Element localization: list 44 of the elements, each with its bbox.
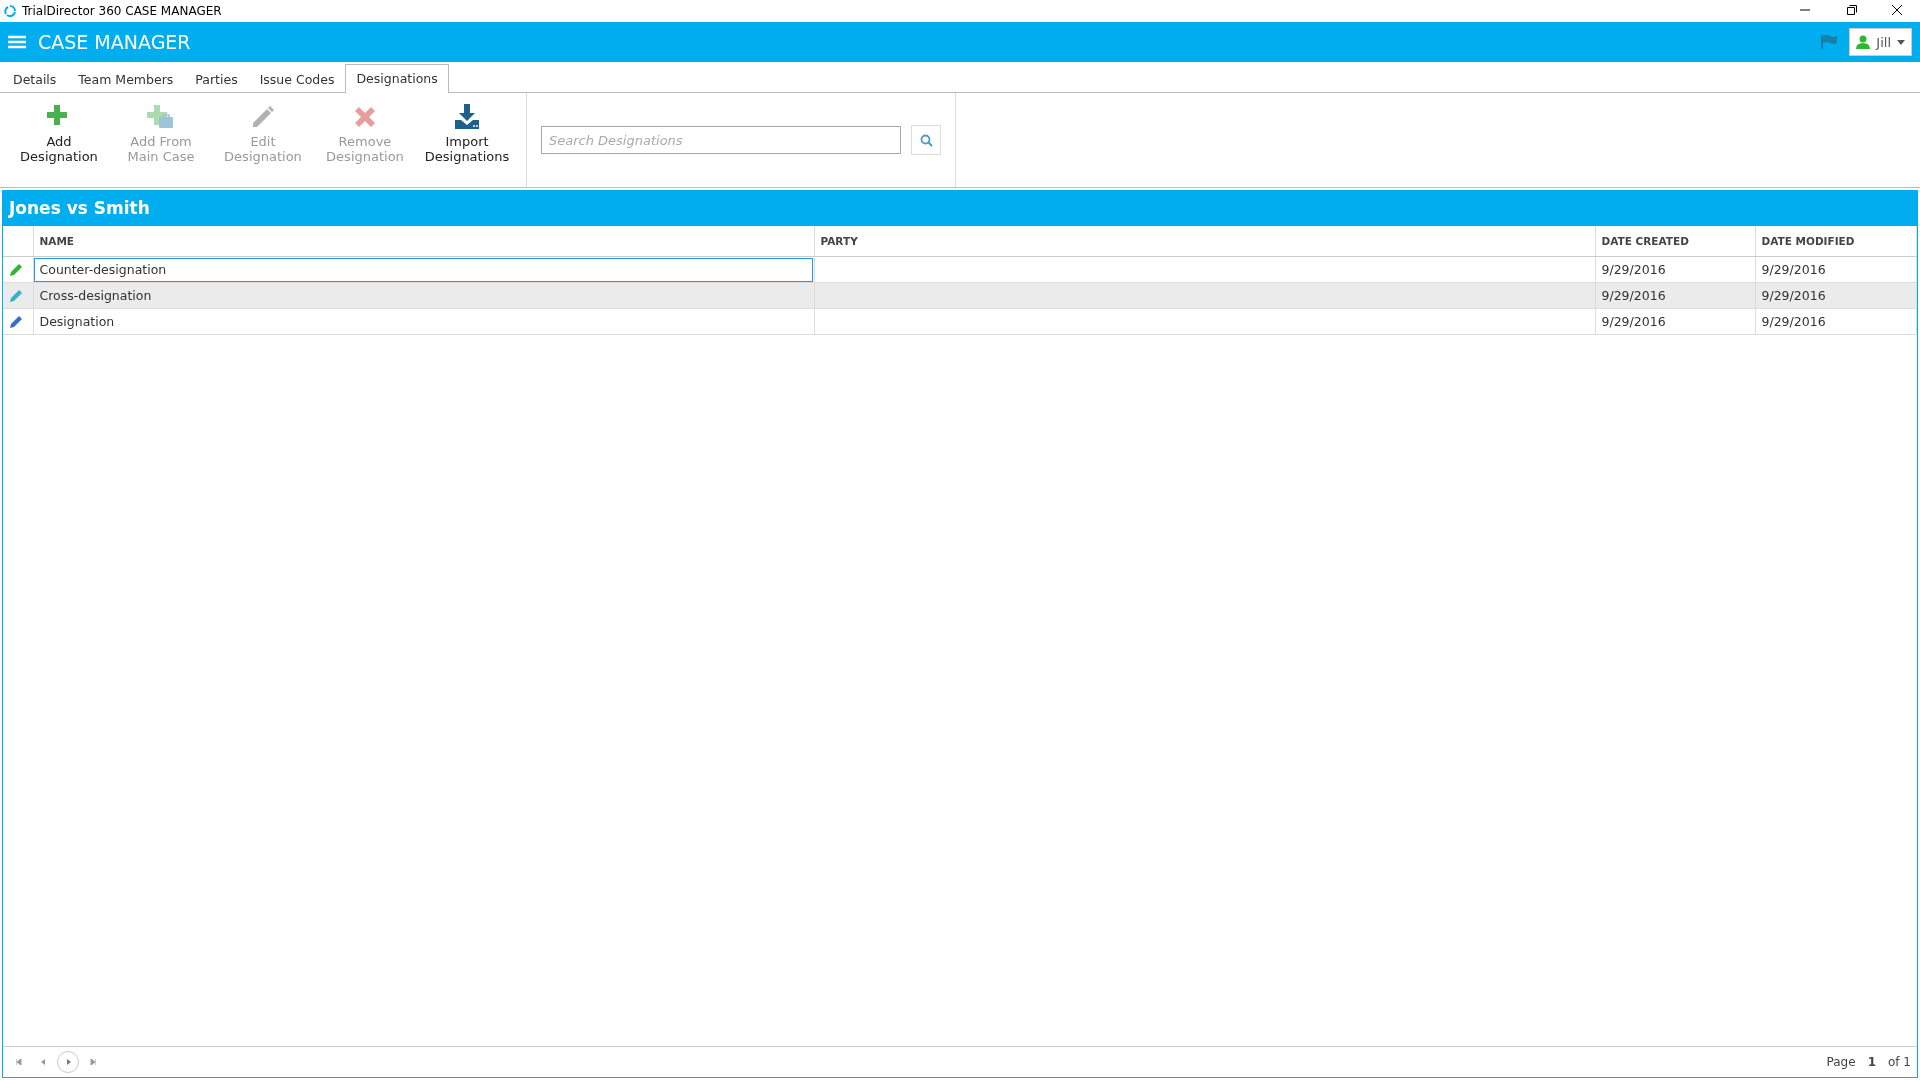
table-cell: 9/29/2016 [1595, 308, 1755, 335]
pencil-icon[interactable] [9, 262, 23, 277]
toolbar-button[interactable]: Import Designations [419, 103, 515, 187]
page-total: of 1 [1888, 1055, 1911, 1069]
page-label: Page [1826, 1055, 1856, 1069]
table-cell: Counter-designation [33, 256, 814, 283]
table-cell: 9/29/2016 [1595, 256, 1755, 283]
add-from-icon [147, 103, 175, 131]
table-cell: 9/29/2016 [1755, 282, 1917, 309]
table-cell: 9/29/2016 [1595, 282, 1755, 309]
pencil-icon[interactable] [9, 288, 23, 303]
menu-icon[interactable] [8, 35, 26, 49]
tab[interactable]: Details [2, 65, 68, 93]
pencil-icon[interactable] [9, 314, 23, 329]
table-cell: Designation [33, 308, 814, 335]
flag-icon[interactable] [1821, 35, 1838, 49]
column-header[interactable]: DATE MODIFIED [1755, 226, 1917, 257]
table-cell: Cross-designation [33, 282, 814, 309]
page-number: 1 [1867, 1055, 1876, 1069]
search-field[interactable]: Search Designations [541, 126, 901, 154]
user-icon [1856, 35, 1871, 49]
search-icon [919, 133, 933, 147]
toolbar-button[interactable]: Add Designation [11, 103, 107, 187]
window-title: TrialDirector 360 CASE MANAGER [22, 4, 222, 18]
tab[interactable]: Issue Codes [248, 65, 346, 93]
app-logo-icon [4, 5, 16, 17]
tab[interactable]: Designations [345, 64, 449, 93]
previous-icon [40, 1059, 46, 1065]
column-header[interactable]: PARTY [814, 226, 1595, 257]
table-cell: 9/29/2016 [1755, 308, 1917, 335]
import-icon [453, 103, 481, 131]
column-header[interactable]: DATE CREATED [1595, 226, 1755, 257]
last-page-icon [90, 1059, 96, 1065]
tab[interactable]: Parties [184, 65, 249, 93]
app-title: CASE MANAGER [38, 31, 192, 53]
column-header[interactable]: NAME [33, 226, 814, 257]
user-menu-button[interactable]: Jill [1849, 28, 1912, 56]
caret-icon [1897, 39, 1905, 45]
table-cell: 9/29/2016 [1755, 256, 1917, 283]
search-button[interactable] [911, 125, 941, 155]
first-page-icon [16, 1059, 22, 1065]
panel-title: Jones vs Smith [3, 191, 1917, 226]
tab[interactable]: Team Members [67, 65, 185, 93]
play-icon [65, 1059, 71, 1065]
